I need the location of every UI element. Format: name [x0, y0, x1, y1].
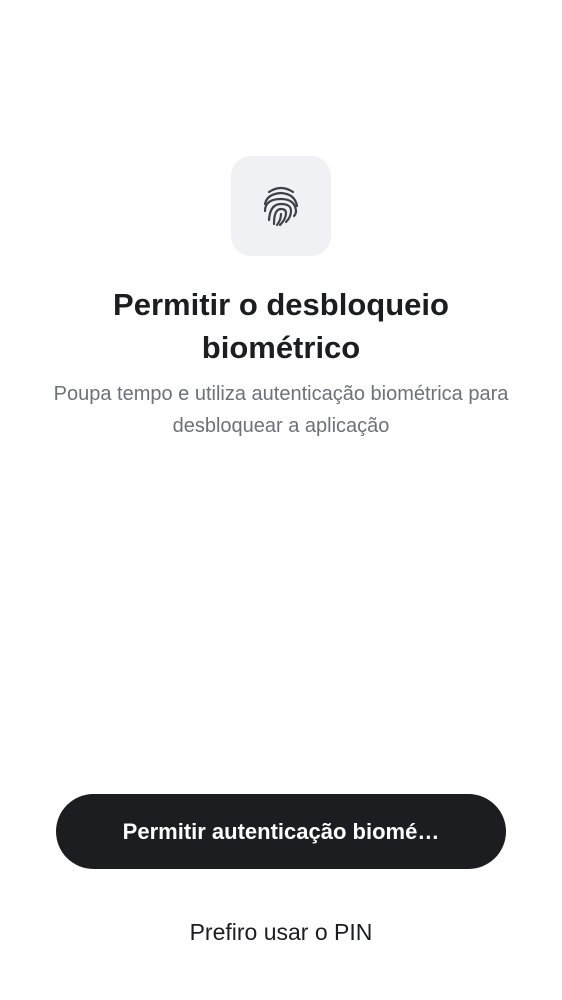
page-subtitle: Poupa tempo e utiliza autenticação biomé…	[53, 383, 509, 437]
allow-biometric-button[interactable]: Permitir autenticação biomé…	[56, 794, 506, 869]
fingerprint-icon	[263, 186, 299, 227]
biometric-icon-tile	[231, 156, 331, 256]
page-title: Permitir o desbloqueio biométrico	[113, 287, 449, 365]
use-pin-button[interactable]: Prefiro usar o PIN	[131, 910, 431, 954]
